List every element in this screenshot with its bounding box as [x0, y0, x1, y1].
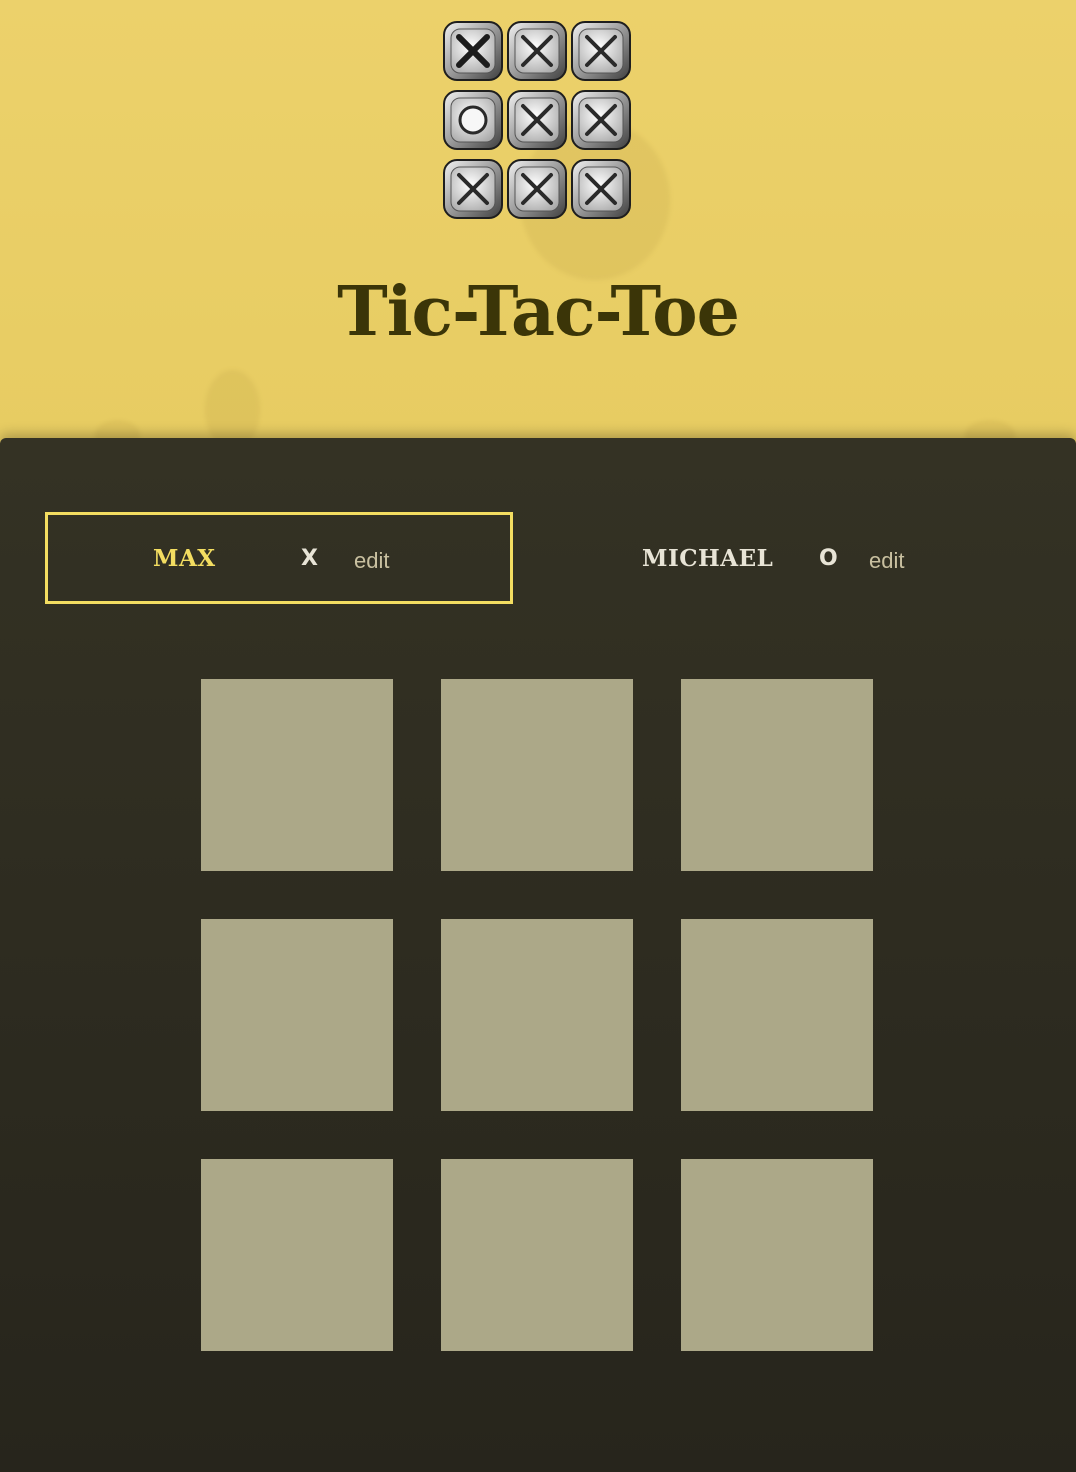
background-decoration — [95, 420, 140, 440]
game-container: MAX X edit MICHAEL O edit — [0, 438, 1076, 1472]
tic-tac-toe-logo-icon — [443, 21, 631, 219]
player-card-2: MICHAEL O edit — [560, 512, 1028, 604]
player-symbol: X — [301, 546, 318, 571]
edit-player-1-button[interactable]: edit — [354, 548, 389, 574]
player-name: MICHAEL — [642, 545, 774, 572]
board-cell[interactable] — [201, 679, 393, 871]
board-cell[interactable] — [681, 1159, 873, 1351]
board-cell[interactable] — [681, 919, 873, 1111]
board-cell[interactable] — [441, 919, 633, 1111]
background-decoration — [205, 370, 260, 440]
board-cell[interactable] — [441, 1159, 633, 1351]
player-card-1: MAX X edit — [45, 512, 513, 604]
page-header: Tic-Tac-Toe — [0, 0, 1076, 440]
page-title: Tic-Tac-Toe — [337, 272, 740, 352]
board-cell[interactable] — [201, 919, 393, 1111]
edit-player-2-button[interactable]: edit — [869, 548, 904, 574]
background-decoration — [965, 420, 1015, 440]
board-cell[interactable] — [441, 679, 633, 871]
logo-o-mark — [458, 105, 488, 135]
board-cell[interactable] — [681, 679, 873, 871]
player-name: MAX — [153, 545, 216, 572]
player-symbol: O — [819, 546, 838, 571]
board-cell[interactable] — [201, 1159, 393, 1351]
game-board — [201, 679, 873, 1351]
